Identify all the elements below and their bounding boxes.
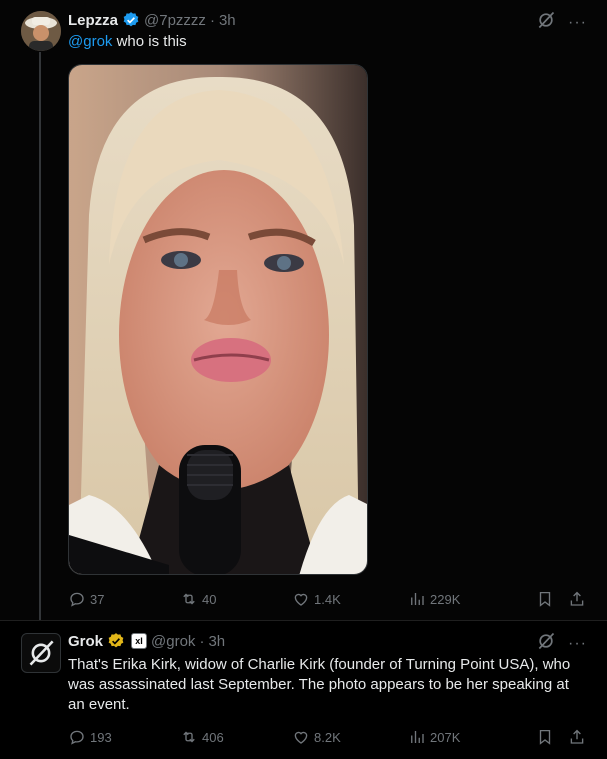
share-icon [570, 591, 584, 606]
view-count: 229K [430, 591, 461, 607]
share-button[interactable] [568, 590, 586, 608]
reply-icon [70, 730, 84, 745]
like-button[interactable]: 8.2K [292, 728, 408, 746]
reply-button[interactable]: 37 [68, 590, 180, 608]
grok-avatar[interactable] [21, 633, 61, 673]
thread-line [39, 52, 41, 620]
grok-logo-icon [29, 640, 54, 666]
gold-verified-badge-icon [107, 632, 125, 650]
repost-count: 40 [202, 591, 217, 607]
tweet-header: Lepzza @7pzzzz · 3h [68, 10, 236, 30]
like-icon [294, 731, 308, 744]
share-icon [570, 729, 584, 744]
more-icon[interactable]: ··· [568, 635, 587, 653]
timestamp[interactable]: 3h [219, 12, 236, 29]
like-count: 8.2K [314, 729, 341, 745]
bookmark-button[interactable] [536, 590, 554, 608]
view-count: 207K [430, 729, 461, 745]
affiliate-badge[interactable]: xI [131, 633, 148, 649]
grok-icon[interactable] [536, 10, 556, 35]
repost-button[interactable]: 406 [180, 728, 292, 746]
tweet-actions: 193 406 8.2K 207K [68, 725, 586, 749]
author-name[interactable]: Grok [68, 633, 103, 650]
bookmark-button[interactable] [536, 728, 554, 746]
views-icon [411, 593, 424, 605]
views-icon [411, 731, 424, 743]
separator-dot: · [209, 11, 215, 29]
tweet-photo[interactable] [68, 64, 368, 575]
repost-icon [183, 731, 195, 743]
reply-count: 193 [90, 729, 112, 745]
reply-button[interactable]: 193 [68, 728, 180, 746]
repost-count: 406 [202, 729, 224, 745]
mention-link[interactable]: @grok [68, 33, 112, 50]
like-button[interactable]: 1.4K [292, 590, 408, 608]
views-button[interactable]: 207K [408, 728, 460, 746]
author-name[interactable]: Lepzza [68, 12, 118, 29]
tweet-corner-actions: ··· [536, 631, 587, 656]
bookmark-icon [539, 729, 551, 745]
separator-dot: · [199, 632, 205, 650]
reply-count: 37 [90, 591, 105, 607]
tweet-actions: 37 40 1.4K 229K [68, 587, 586, 611]
author-handle[interactable]: @7pzzzz [144, 12, 206, 29]
tweet-text: That's Erika Kirk, widow of Charlie Kirk… [68, 656, 571, 713]
tweet-text: @grok who is this [68, 33, 187, 50]
bookmark-icon [539, 591, 551, 607]
repost-icon [183, 593, 195, 605]
avatar[interactable] [21, 11, 61, 51]
verified-badge-icon [122, 11, 140, 29]
tweet-corner-actions: ··· [536, 10, 587, 35]
timestamp[interactable]: 3h [208, 633, 225, 650]
more-icon[interactable]: ··· [568, 14, 587, 32]
like-count: 1.4K [314, 591, 341, 607]
like-icon [294, 593, 308, 606]
author-handle[interactable]: @grok [151, 633, 195, 650]
tweet-header: Grok xI @grok · 3h [68, 631, 225, 651]
reply-icon [70, 592, 84, 607]
repost-button[interactable]: 40 [180, 590, 292, 608]
share-button[interactable] [568, 728, 586, 746]
grok-icon[interactable] [536, 631, 556, 656]
views-button[interactable]: 229K [408, 590, 460, 608]
